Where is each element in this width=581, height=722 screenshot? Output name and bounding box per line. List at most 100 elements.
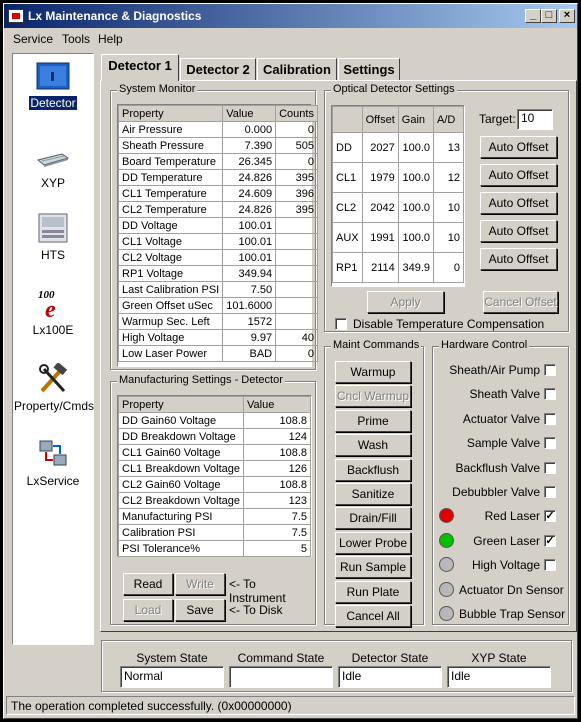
tab-detector-2[interactable]: Detector 2: [180, 58, 256, 80]
sheath-valve-checkbox[interactable]: [544, 388, 556, 401]
debubbler-valve-checkbox[interactable]: [544, 486, 556, 498]
cancel-all-button[interactable]: Cancel All: [335, 605, 411, 627]
table-row[interactable]: CL2 Temperature 24.826 395: [117, 201, 318, 218]
save-button[interactable]: Save: [175, 599, 225, 621]
table-row[interactable]: CL1 1979 100.0 12: [332, 162, 464, 193]
menu-tools[interactable]: Tools: [62, 32, 90, 46]
target-input[interactable]: 10: [517, 109, 553, 130]
table-row[interactable]: CL1 Breakdown Voltage 126: [117, 460, 311, 477]
table-row[interactable]: Board Temperature 26.345 0: [117, 153, 318, 170]
table-row[interactable]: CL1 Voltage 100.01: [117, 233, 318, 250]
cncl-warmup-button[interactable]: Cncl Warmup: [335, 385, 411, 408]
disable-temp-comp-checkbox[interactable]: [335, 318, 347, 330]
table-cell: 0: [275, 345, 318, 362]
actuator-valve-checkbox[interactable]: [544, 412, 556, 425]
maximize-button[interactable]: □: [541, 9, 557, 23]
backflush-valve-checkbox[interactable]: [544, 461, 556, 474]
sidebar-item-lxservice[interactable]: LxService: [13, 438, 93, 488]
table-row[interactable]: Last Calibration PSI 7.50: [117, 281, 318, 298]
tab-detector-1[interactable]: Detector 1: [101, 54, 179, 81]
column-header[interactable]: Property: [117, 396, 245, 413]
sidebar-item-lx100e[interactable]: 100 e Lx100E: [13, 287, 93, 337]
xyp-plate-icon: [36, 140, 70, 172]
column-header[interactable]: Counts: [275, 105, 318, 122]
table-cell: 126: [243, 460, 311, 477]
group-title: Maint Commands: [331, 339, 422, 351]
green-laser-checkbox[interactable]: ✓: [544, 534, 556, 547]
red-laser-checkbox[interactable]: ✓: [544, 510, 556, 523]
column-header[interactable]: Property: [117, 105, 224, 122]
auto-offset-button-cl2[interactable]: Auto Offset: [480, 192, 557, 214]
drain-fill-button[interactable]: Drain/Fill: [335, 507, 411, 530]
table-cell: Green Offset uSec: [117, 297, 224, 314]
column-header[interactable]: Offset: [361, 106, 399, 133]
manufacturing-table[interactable]: Property Value DD Gain60 Voltage 108.8 DD …: [117, 395, 312, 557]
table-row[interactable]: CL1 Gain60 Voltage 108.8: [117, 444, 311, 461]
sheath-air-pump-checkbox[interactable]: [544, 364, 556, 376]
table-row[interactable]: DD Breakdown Voltage 124: [117, 428, 311, 445]
table-row[interactable]: CL2 2042 100.0 10: [332, 192, 464, 223]
sidebar-item-detector[interactable]: Detector: [13, 60, 93, 110]
minimize-button[interactable]: _: [525, 9, 541, 23]
apply-button[interactable]: Apply: [367, 291, 444, 313]
table-row[interactable]: RP1 2114 349.9 0: [332, 252, 464, 283]
cancel-offset-button[interactable]: Cancel Offset: [483, 291, 558, 313]
table-row[interactable]: RP1 Voltage 349.94: [117, 265, 318, 282]
wash-button[interactable]: Wash: [335, 434, 411, 457]
run-sample-button[interactable]: Run Sample: [335, 556, 411, 579]
sanitize-button[interactable]: Sanitize: [335, 483, 411, 505]
table-row[interactable]: Calibration PSI 7.5: [117, 524, 311, 541]
menu-help[interactable]: Help: [98, 32, 123, 46]
system-monitor-table[interactable]: Property Value Counts Air Pressure 0.000 0…: [117, 104, 318, 367]
sidebar-item-hts[interactable]: HTS: [13, 212, 93, 262]
tab-settings[interactable]: Settings: [338, 58, 400, 80]
optical-table[interactable]: Offset Gain A/D DD 2027 100.0 13 CL1 1979 100.…: [331, 105, 465, 287]
window-title: Lx Maintenance & Diagnostics: [28, 9, 202, 23]
sidebar-item-xyp[interactable]: XYP: [13, 140, 93, 190]
lower-probe-button[interactable]: Lower Probe: [335, 531, 411, 554]
sidebar-item-label: LxService: [26, 474, 80, 488]
backflush-button[interactable]: Backflush: [335, 458, 411, 481]
read-button[interactable]: Read: [123, 573, 173, 595]
table-row[interactable]: Warmup Sec. Left 1572: [117, 313, 318, 330]
table-cell: 108.8: [243, 444, 311, 461]
auto-offset-button-aux[interactable]: Auto Offset: [480, 220, 557, 242]
table-cell: 505: [275, 137, 318, 154]
table-cell: CL2 Temperature: [117, 201, 224, 218]
table-row[interactable]: High Voltage 9.97 40: [117, 329, 318, 346]
table-row[interactable]: Sheath Pressure 7.390 505: [117, 137, 318, 154]
table-row[interactable]: CL2 Breakdown Voltage 123: [117, 492, 311, 509]
close-button[interactable]: ×: [559, 9, 575, 23]
table-row[interactable]: Manufacturing PSI 7.5: [117, 508, 311, 525]
xyp-state-label: XYP State: [471, 651, 527, 665]
column-header[interactable]: Value: [243, 396, 311, 413]
table-row[interactable]: DD 2027 100.0 13: [332, 132, 464, 163]
prime-button[interactable]: Prime: [335, 409, 411, 432]
tab-calibration[interactable]: Calibration: [257, 58, 337, 80]
table-row[interactable]: DD Temperature 24.826 395: [117, 169, 318, 186]
table-row[interactable]: DD Gain60 Voltage 108.8: [117, 412, 311, 429]
table-row[interactable]: Green Offset uSec 101.6000: [117, 297, 318, 314]
table-row[interactable]: Air Pressure 0.000 0: [117, 121, 318, 138]
sample-valve-checkbox[interactable]: [544, 437, 556, 450]
sidebar-item-property-cmds[interactable]: Property/Cmds: [13, 362, 94, 413]
column-header[interactable]: A/D: [433, 106, 464, 133]
run-plate-button[interactable]: Run Plate: [335, 580, 411, 603]
table-row[interactable]: CL2 Voltage 100.01: [117, 249, 318, 266]
write-button[interactable]: Write: [175, 573, 225, 595]
auto-offset-button-rp1[interactable]: Auto Offset: [480, 248, 557, 270]
load-button[interactable]: Load: [123, 599, 173, 621]
auto-offset-button-dd[interactable]: Auto Offset: [480, 136, 557, 158]
auto-offset-button-cl1[interactable]: Auto Offset: [480, 164, 557, 186]
column-header[interactable]: Gain: [397, 106, 435, 133]
table-row[interactable]: PSI Tolerance% 5: [117, 540, 311, 557]
column-header[interactable]: Value: [222, 105, 277, 122]
table-row[interactable]: Low Laser Power BAD 0: [117, 345, 318, 362]
menu-service[interactable]: Service: [13, 32, 53, 46]
warmup-button[interactable]: Warmup: [335, 361, 411, 383]
table-row[interactable]: DD Voltage 100.01: [117, 217, 318, 234]
table-row[interactable]: CL2 Gain60 Voltage 108.8: [117, 476, 311, 493]
table-row[interactable]: CL1 Temperature 24.609 396: [117, 185, 318, 202]
high-voltage-checkbox[interactable]: [544, 559, 556, 572]
table-row[interactable]: AUX 1991 100.0 10: [332, 222, 464, 253]
